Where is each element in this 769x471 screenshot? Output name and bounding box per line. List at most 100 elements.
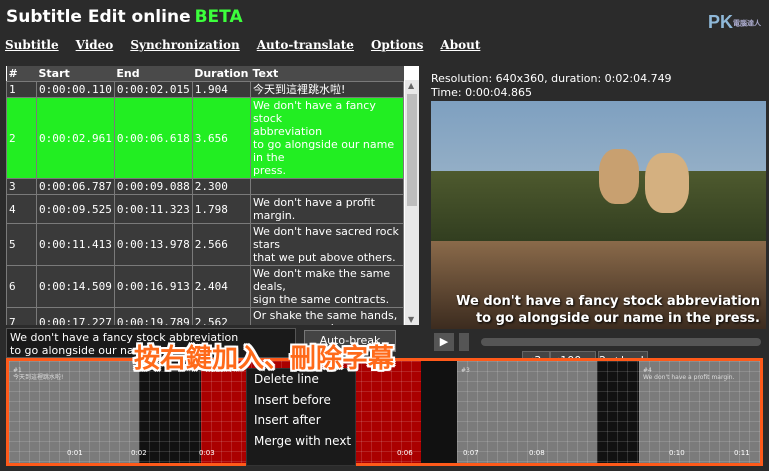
cell-number: 4 — [6, 194, 37, 224]
cell-end: 0:00:19.789 — [113, 307, 193, 325]
cell-text-line: We don't make the same deals, — [252, 267, 391, 293]
tick-label: 0:07 — [463, 449, 479, 457]
segment-1-number: #1 — [13, 367, 22, 374]
segment-1-text: 今天到這裡跳水啦! — [13, 374, 64, 381]
video-person-2 — [645, 153, 689, 213]
scroll-thumb[interactable] — [407, 94, 417, 206]
media-info: Resolution: 640x360, duration: 0:02:04.7… — [431, 72, 672, 100]
scroll-up-icon[interactable]: ▲ — [408, 81, 414, 90]
col-end-header: End — [114, 66, 193, 82]
cell-duration: 1.904 — [191, 81, 251, 98]
segment-4-text: We don't have a profit margin. — [643, 374, 735, 381]
cell-number: 1 — [6, 81, 37, 98]
cell-end: 0:00:13.978 — [113, 223, 193, 266]
video-person-1 — [599, 149, 639, 204]
cell-end: 0:00:11.323 — [113, 194, 193, 224]
table-row[interactable]: 5 0:00:11.413 0:00:13.978 2.566 We don't hav… — [6, 223, 405, 266]
cell-text: Or shake the same hands,as everyone else… — [249, 307, 405, 325]
video-player[interactable]: We don't have a fancy stock abbreviation… — [431, 101, 766, 329]
app-title: Subtitle Edit online BETA — [6, 7, 243, 27]
cell-text-line: We don't have a fancy stock — [252, 99, 376, 125]
cell-text: We don't have a fancy stock abbreviation t… — [249, 97, 405, 179]
cell-duration: 1.798 — [191, 194, 251, 224]
play-button[interactable]: ▶ — [434, 333, 454, 351]
cell-number: 3 — [6, 178, 37, 195]
watermark-logo: PK電腦達人 — [708, 12, 761, 33]
tick-label: 0:06 — [397, 449, 413, 457]
cell-number: 7 — [6, 307, 37, 325]
video-subtitle-line-1: We don't have a fancy stock abbreviation — [456, 294, 760, 309]
table-row[interactable]: 3 0:00:06.787 0:00:09.088 2.300 — [6, 178, 405, 195]
pause-button[interactable] — [459, 333, 469, 351]
cell-text-line: We don't have sacred rock stars — [252, 225, 399, 251]
cell-text: We don't make the same deals, sign the sa… — [249, 265, 405, 308]
app-title-text: Subtitle Edit online — [6, 7, 191, 27]
cell-text-line: 今天到這裡跳水啦! — [252, 83, 346, 96]
cell-text-line: abbreviation — [252, 125, 323, 138]
menu-options[interactable]: Options — [371, 38, 423, 52]
cell-text-line: We don't have a profit margin. — [252, 196, 375, 222]
cell-duration: 2.300 — [191, 178, 251, 195]
tick-label: 0:11 — [734, 449, 750, 457]
tick-label: 0:02 — [131, 449, 147, 457]
cell-text: We don't have a profit margin. — [249, 194, 405, 224]
table-row[interactable]: 4 0:00:09.525 0:00:11.323 1.798 We don't hav… — [6, 194, 405, 224]
cell-duration: 3.656 — [191, 97, 251, 179]
cell-text-line: sign the same contracts. — [252, 293, 390, 306]
menu-auto-translate[interactable]: Auto-translate — [257, 38, 354, 52]
menu-subtitle[interactable]: Subtitle — [5, 38, 59, 52]
segment-4-label: #4 We don't have a profit margin. — [643, 367, 735, 381]
grid-scrollbar[interactable]: ▲ ▼ — [405, 80, 419, 325]
cell-text-line: that we put above others. — [252, 251, 396, 264]
scroll-down-icon[interactable]: ▼ — [408, 315, 414, 324]
tick-label: 0:03 — [199, 449, 215, 457]
col-start-header: Start — [36, 66, 115, 82]
resolution-text: Resolution: 640x360, duration: 0:02:04.7… — [431, 72, 672, 85]
insert-after-menu-item[interactable]: Insert after — [247, 410, 355, 431]
cell-duration: 2.562 — [191, 307, 251, 325]
time-text: Time: 0:00:04.865 — [431, 86, 533, 99]
table-row[interactable]: 7 0:00:17.227 0:00:19.789 2.562 Or shake the… — [6, 307, 405, 325]
waveform-segment-3[interactable]: #3 — [457, 361, 597, 463]
table-row[interactable]: 6 0:00:14.509 0:00:16.913 2.404 We don't mak… — [6, 265, 405, 308]
cell-start: 0:00:02.961 — [36, 97, 115, 179]
cell-start: 0:00:14.509 — [36, 265, 115, 308]
cell-start: 0:00:09.525 — [36, 194, 115, 224]
cell-text: We don't have sacred rock stars that we p… — [249, 223, 405, 266]
merge-with-next-menu-item[interactable]: Merge with next — [247, 431, 355, 452]
menu-video[interactable]: Video — [76, 38, 114, 52]
table-row[interactable]: 1 0:00:00.110 0:00:02.015 1.904 今天到這裡跳水啦! — [6, 81, 405, 98]
tick-label: 0:10 — [669, 449, 685, 457]
menu-about[interactable]: About — [440, 38, 480, 52]
cell-text-line: to go alongside our name in the — [252, 138, 395, 164]
menu-synchronization[interactable]: Synchronization — [130, 38, 239, 52]
cell-end: 0:00:02.015 — [113, 81, 193, 98]
video-subtitle-line-2: to go alongside our name in the press. — [475, 311, 760, 326]
context-menu: Delete line Insert before Insert after M… — [246, 368, 356, 466]
cell-end: 0:00:16.913 — [113, 265, 193, 308]
col-number-header: # — [6, 66, 37, 82]
cell-text-line: as everyone else. — [253, 322, 401, 325]
overlay-caption: 按右鍵加入、刪除字幕 — [134, 344, 395, 374]
segment-4-number: #4 — [643, 367, 652, 374]
tick-label: 0:01 — [67, 449, 83, 457]
waveform-segment-4[interactable]: #4 We don't have a profit margin. — [639, 361, 760, 463]
insert-before-menu-item[interactable]: Insert before — [247, 390, 355, 411]
video-subtitle: We don't have a fancy stock abbreviation… — [431, 293, 766, 327]
seek-bar[interactable] — [481, 338, 761, 346]
waveform-segment-1[interactable]: #1 今天到這裡跳水啦! — [9, 361, 139, 463]
cell-text-line — [253, 180, 401, 193]
watermark-main: PK — [707, 12, 733, 32]
waveform-gap-2 — [597, 361, 639, 463]
table-row[interactable]: 2 0:00:02.961 0:00:06.618 3.656 We don't hav… — [6, 97, 405, 179]
cell-start: 0:00:17.227 — [36, 307, 115, 325]
cell-text — [249, 178, 405, 195]
cell-text-line: Or shake the same hands, — [252, 309, 398, 322]
segment-1-label: #1 今天到這裡跳水啦! — [13, 367, 63, 381]
cell-start: 0:00:11.413 — [36, 223, 115, 266]
cell-end: 0:00:09.088 — [113, 178, 193, 195]
col-text-header: Text — [250, 66, 404, 82]
waveform-gap-1 — [139, 361, 201, 463]
cell-start: 0:00:06.787 — [36, 178, 115, 195]
cell-number: 2 — [6, 97, 37, 179]
